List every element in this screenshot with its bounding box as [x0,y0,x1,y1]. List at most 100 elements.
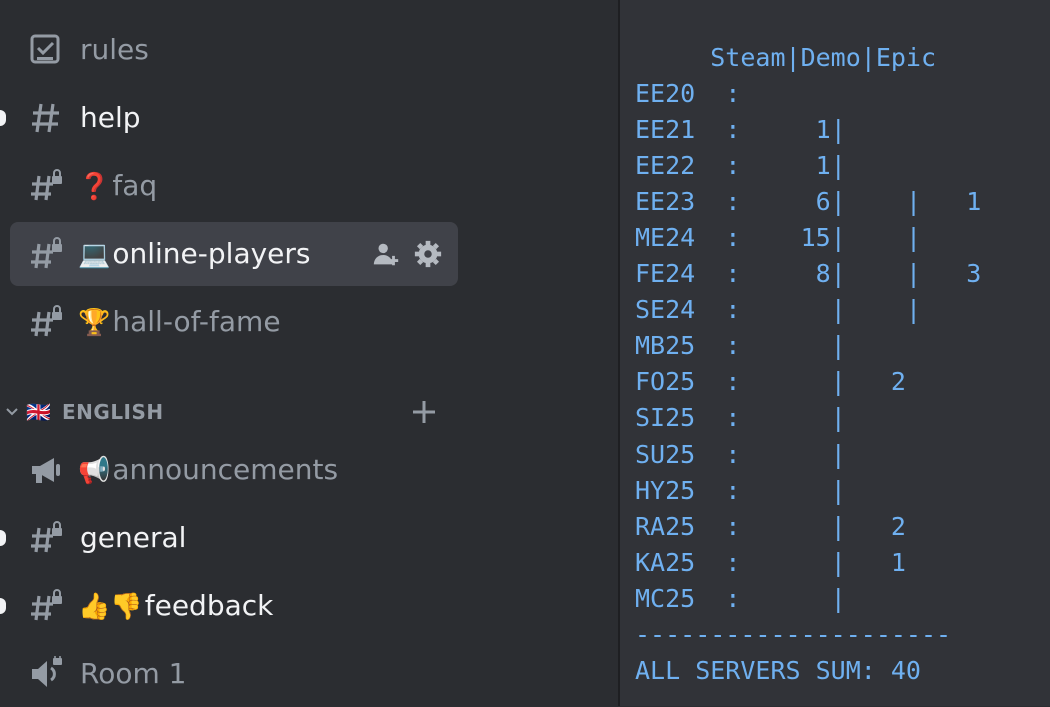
category-english[interactable]: 🇬🇧 ENGLISH [0,392,458,432]
server-name: MB25 [635,331,696,361]
server-name: SE24 [635,295,696,325]
server-name: RA25 [635,511,696,541]
channel-actions [370,238,444,270]
steam-count [740,295,830,324]
category-flag: 🇬🇧 [26,400,51,424]
message-panel: Steam|Demo|Epic EE20 : EE21 : 1| EE22 : … [620,0,1050,706]
rules-checkbox-icon [28,32,64,68]
channel-rules[interactable]: rules [10,18,458,82]
channel-name: 🏆hall-of-fame [78,305,281,338]
separator: : [725,259,741,289]
table-row: EE21 : 1| [635,115,846,145]
create-channel-icon[interactable] [410,398,438,426]
channel-room-1[interactable]: Room 1 [10,642,458,706]
channel-name: ❓faq [78,169,158,202]
table-header: Steam|Demo|Epic [635,43,937,72]
channel-online-players[interactable]: 💻online-players [10,222,458,286]
server-name: EE20 [635,79,696,109]
hashtag-icon [28,100,64,136]
steam-count: 1 [740,151,831,181]
steam-count: 8 [740,259,831,289]
separator: : [725,115,741,145]
channel-announcements[interactable]: 📢announcements [10,438,458,502]
gear-icon[interactable] [412,238,444,270]
demo-count [846,187,906,216]
steam-count [740,476,830,505]
server-name: SI25 [635,403,696,433]
invite-people-icon[interactable] [370,238,402,270]
steam-count: 1 [740,115,831,145]
table-row: MC25 : | [635,583,846,613]
server-name: FE24 [635,259,696,289]
steam-count [740,367,830,396]
table-row: EE22 : 1| [635,151,846,181]
table-row: FE24 : 8| | 3 [635,259,982,289]
steam-count [740,440,830,469]
server-name: SU25 [635,439,696,469]
demo-count: 1 [845,547,906,577]
channel-faq[interactable]: ❓faq [10,154,458,218]
separator: : [725,511,741,541]
channel-sidebar: rules help ❓faq 💻online-players 🏆hall-of… [0,0,618,706]
total-sum: ALL SERVERS SUM: 40 [635,655,921,685]
table-row: FO25 : | 2 [635,367,906,397]
table-rule: --------------------- [635,619,952,649]
separator: : [725,223,741,253]
table-row: SI25 : | [635,403,846,433]
locked-hashtag-icon [28,588,64,624]
announcement-icon [28,452,64,488]
steam-count [740,584,830,613]
table-row: EE23 : 6| | 1 [635,187,982,217]
server-name: KA25 [635,547,696,577]
separator: : [725,295,741,325]
steam-count: 15 [740,223,831,253]
channel-name: 📢announcements [78,453,339,486]
separator: : [725,151,741,181]
separator: : [725,439,741,469]
demo-count: 2 [845,367,906,397]
locked-hashtag-icon [28,304,64,340]
channel-name: help [80,101,141,134]
server-name: FO25 [635,367,696,397]
demo-count: 2 [845,511,906,541]
steam-count: 6 [740,187,831,217]
channel-name: 👍👎feedback [78,589,274,622]
unread-indicator [0,530,6,546]
separator: : [725,331,741,361]
locked-hashtag-icon [28,520,64,556]
steam-count [740,512,830,541]
separator: : [725,367,741,397]
table-row: KA25 : | 1 [635,547,906,577]
demo-count [846,223,906,252]
server-name: EE22 [635,151,696,181]
separator: : [725,583,741,613]
channel-name: general [80,521,187,554]
table-row: ME24 : 15| | [635,223,981,252]
locked-hashtag-icon [28,168,64,204]
table-row: HY25 : | [635,475,846,505]
table-row: SU25 : | [635,439,846,469]
epic-count [921,223,981,252]
separator: : [725,475,741,505]
channel-name: rules [80,33,149,66]
server-name: EE23 [635,187,696,217]
separator: : [725,79,741,109]
code-block-server-counts: Steam|Demo|Epic EE20 : EE21 : 1| EE22 : … [635,40,981,689]
server-name: ME24 [635,223,696,253]
channel-name: 💻online-players [78,237,311,270]
steam-count [740,403,830,432]
channel-name: Room 1 [80,657,187,690]
locked-hashtag-icon [28,236,64,272]
table-row: SE24 : | | [635,295,981,324]
separator: : [725,547,741,577]
epic-count: 3 [921,259,982,289]
channel-feedback[interactable]: 👍👎feedback [0,574,458,638]
demo-count [846,259,906,288]
server-name: HY25 [635,475,696,505]
channel-help[interactable]: help [0,86,458,150]
epic-count [921,295,981,324]
channel-hall-of-fame[interactable]: 🏆hall-of-fame [10,290,458,354]
unread-indicator [0,110,6,126]
unread-indicator [0,598,6,614]
channel-general[interactable]: general [0,506,458,570]
